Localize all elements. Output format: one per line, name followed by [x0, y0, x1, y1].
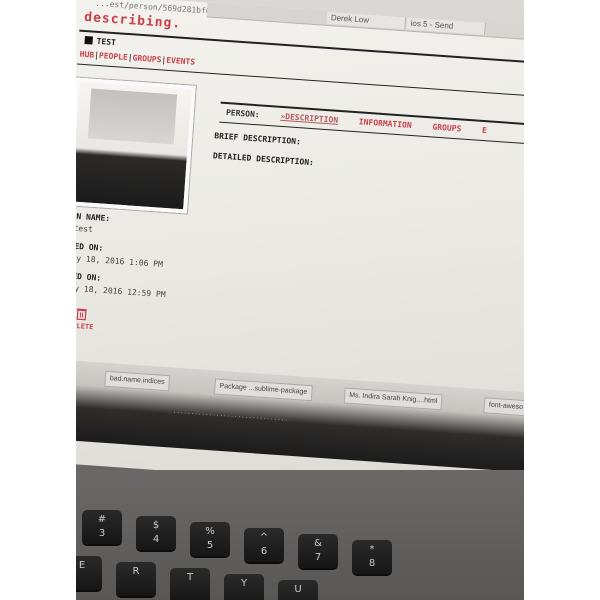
browser-tab[interactable]: ios 5 - Send: [406, 17, 486, 35]
key[interactable]: * 8: [352, 540, 392, 574]
delete-button[interactable]: DELETE: [76, 305, 102, 332]
trash-icon: [76, 308, 87, 321]
key[interactable]: R: [116, 562, 156, 596]
page-heading: describing.: [83, 9, 182, 32]
taskbar-item[interactable]: Ms. Indira Sarah Knig....html: [343, 387, 443, 411]
person-name-label: PERSON NAME:: [76, 210, 111, 224]
key[interactable]: & 7: [298, 534, 338, 568]
delete-label: DELETE: [76, 321, 94, 332]
taskbar-item[interactable]: Package ...sublime-package: [213, 378, 313, 402]
nav-people[interactable]: PEOPLE: [99, 51, 128, 62]
key[interactable]: ^ 6: [244, 528, 284, 562]
key[interactable]: % 5: [190, 522, 230, 556]
key[interactable]: Y: [224, 574, 264, 600]
code-snippet: ................................: [172, 407, 289, 423]
updated-on-label: UPDATED ON:: [76, 240, 104, 253]
browser-tab-strip: Derek Low ios 5 - Send: [206, 2, 524, 44]
tab-groups[interactable]: GROUPS: [432, 122, 461, 133]
person-photo: [76, 77, 196, 214]
nav-hub[interactable]: HUB: [79, 50, 94, 60]
brief-description-label: BRIEF DESCRIPTION:: [214, 131, 302, 147]
section-label: TEST: [96, 36, 117, 48]
tab-information[interactable]: INFORMATION: [359, 117, 412, 130]
detailed-description-label: DETAILED DESCRIPTION:: [212, 151, 315, 168]
nav-groups[interactable]: GROUPS: [132, 53, 161, 64]
key[interactable]: E: [76, 556, 102, 590]
person-name-value: Test test: [76, 222, 94, 235]
created-on-value: January 18, 2016 12:59 PM: [76, 281, 166, 300]
taskbar-item[interactable]: font-aweso: [483, 397, 524, 417]
laptop-keyboard: #3 $4 % 5 ^ 6 & 7 * 8 E R T Y U: [76, 470, 524, 600]
key[interactable]: #3: [82, 510, 122, 544]
key[interactable]: U: [278, 580, 318, 600]
section-marker: [84, 35, 93, 45]
nav-events[interactable]: EVENTS: [166, 56, 195, 67]
updated-on-value: January 18, 2016 1:06 PM: [76, 251, 164, 269]
tab-events[interactable]: E: [482, 126, 487, 135]
tab-description[interactable]: »DESCRIPTION: [280, 112, 338, 125]
photo-scene: ...est/person/569d281bf61da91d25daa338 D…: [76, 0, 524, 600]
photo-screen-reflection: [87, 88, 178, 145]
browser-tab[interactable]: Derek Low: [326, 11, 407, 30]
key[interactable]: T: [170, 568, 210, 600]
created-on-label: CREATED ON:: [76, 270, 102, 283]
taskbar-item[interactable]: bad.name.indices: [104, 370, 171, 392]
person-label: PERSON:: [225, 108, 260, 120]
key[interactable]: $4: [136, 516, 176, 550]
